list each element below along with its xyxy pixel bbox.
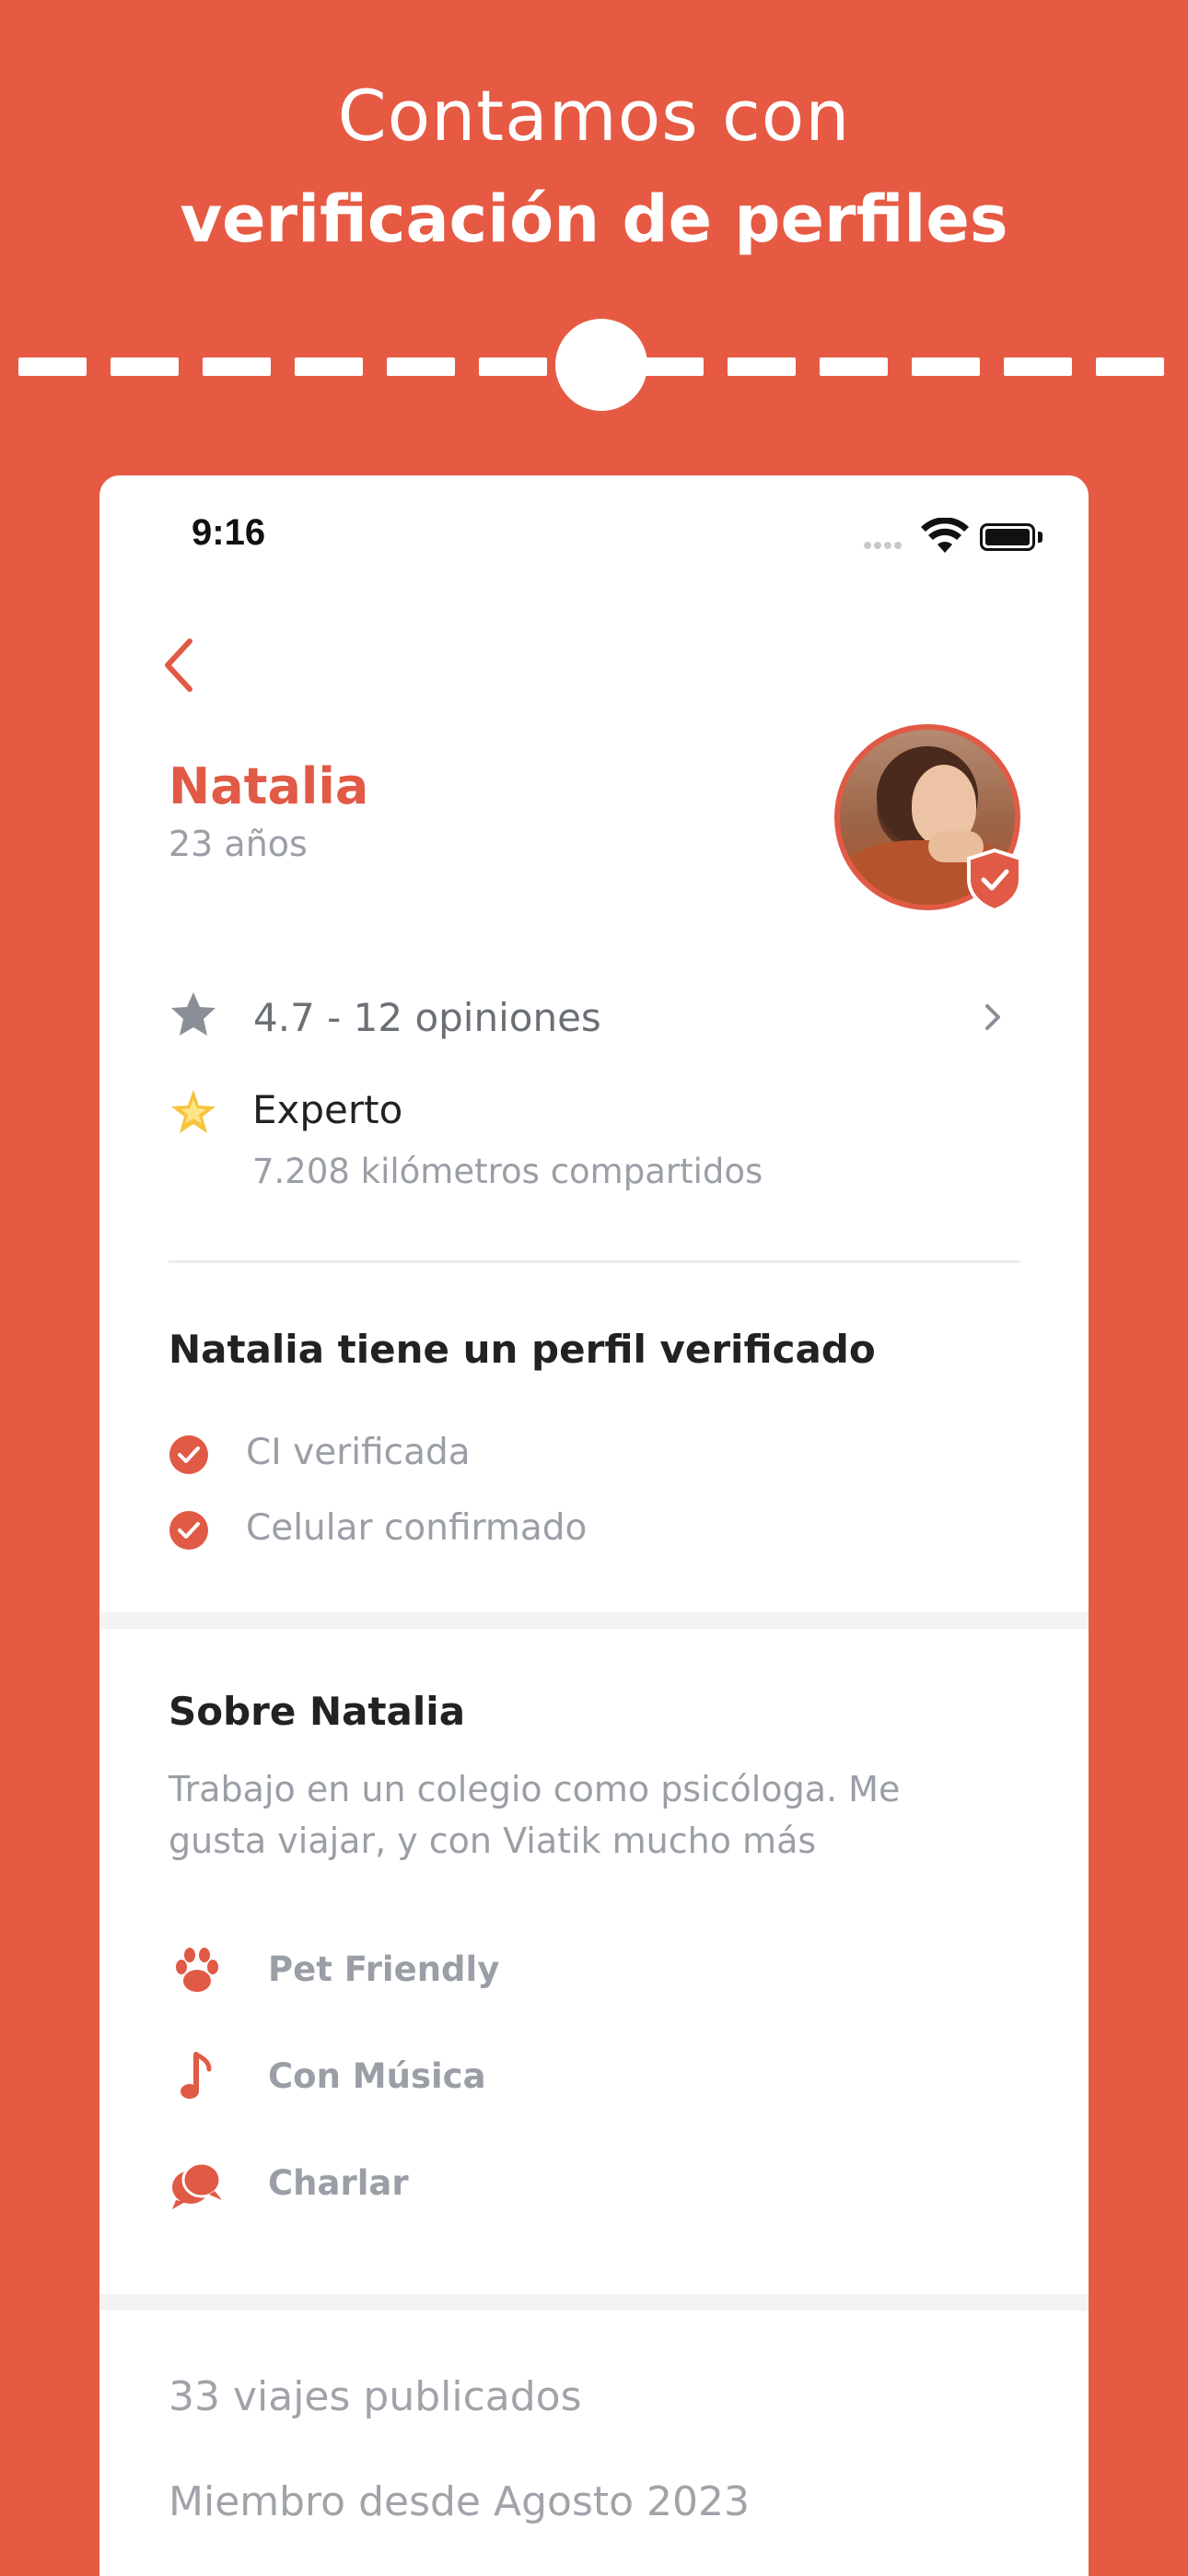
status-time: 9:16 <box>192 512 266 553</box>
verification-label: Celular confirmado <box>246 1507 588 1549</box>
preference-label: Charlar <box>268 2163 409 2203</box>
check-circle-icon <box>169 1511 208 1550</box>
divider <box>169 1260 1020 1263</box>
headline-line-1: Contamos con <box>337 75 851 157</box>
section-separator <box>99 1612 1089 1629</box>
chat-bubbles-icon <box>172 2161 222 2209</box>
about-title: Sobre Natalia <box>169 1689 466 1734</box>
battery-icon <box>980 523 1035 551</box>
level-title: Experto <box>252 1087 403 1132</box>
signal-icon <box>864 542 912 551</box>
paw-icon <box>176 1948 218 1992</box>
music-note-icon <box>181 2052 212 2099</box>
wifi-icon <box>921 518 969 553</box>
headline-line-2: verificación de perfiles <box>180 181 1008 257</box>
back-chevron-icon[interactable] <box>151 628 206 702</box>
section-separator <box>99 2294 1089 2311</box>
promo-headline: Contamos con verificación de perfiles <box>0 64 1188 271</box>
preference-label: Pet Friendly <box>268 1950 500 1989</box>
verification-item: CI verificada <box>169 1432 905 1478</box>
trips-published: 33 viajes publicados <box>169 2373 582 2420</box>
phone-screen: 9:16 Natalia 23 años 4.7 - 12 opiniones … <box>99 475 1089 2576</box>
battery-tip <box>1038 532 1042 543</box>
rating-row[interactable]: 4.7 - 12 opiniones <box>169 969 1016 1071</box>
sparkle-star-icon <box>171 1090 215 1133</box>
member-since: Miembro desde Agosto 2023 <box>169 2478 750 2525</box>
verified-profile-title: Natalia tiene un perfil verificado <box>169 1327 876 1372</box>
level-subtitle: 7.208 kilómetros compartidos <box>252 1152 763 1191</box>
preference-chat: Charlar <box>169 2152 905 2217</box>
chevron-right-icon <box>985 1004 1000 1030</box>
rating-text: 4.7 - 12 opiniones <box>253 995 601 1040</box>
preference-pet-friendly: Pet Friendly <box>169 1938 905 2003</box>
verification-item: Celular confirmado <box>169 1507 905 1553</box>
check-circle-icon <box>169 1435 208 1474</box>
star-icon <box>171 992 215 1036</box>
promo-screen: Contamos con verificación de perfiles 9:… <box>0 0 1188 2576</box>
about-text: Trabajo en un colegio como psicóloga. Me… <box>169 1769 901 1861</box>
preference-label: Con Música <box>268 2056 486 2096</box>
verified-shield-icon <box>967 848 1022 912</box>
preference-music: Con Música <box>169 2045 905 2110</box>
road-marker <box>555 319 647 411</box>
verification-label: CI verificada <box>246 1432 471 1473</box>
profile-age: 23 años <box>169 824 308 864</box>
profile-name: Natalia <box>169 757 369 815</box>
